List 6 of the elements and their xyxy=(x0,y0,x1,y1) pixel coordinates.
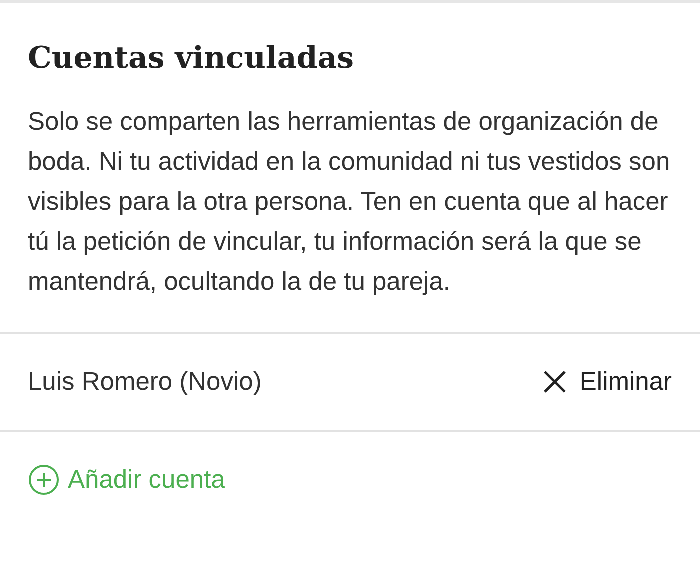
remove-button[interactable]: Eliminar xyxy=(542,368,672,396)
description-text: Solo se comparten las herramientas de organización de boda. Ni tu actividad en la comunidad ni tus vestidos son visibles para la otra persona. Ten en cuenta que al hacer tú la petición de vincular, tu información será la que se mantendrá, ocultando la de tu pareja. xyxy=(28,107,672,298)
plus-circle-icon xyxy=(28,464,60,496)
section-title: Cuentas vinculadas xyxy=(28,41,356,76)
account-name: Luis Romero (Novio) xyxy=(28,368,262,396)
close-icon xyxy=(542,369,568,395)
